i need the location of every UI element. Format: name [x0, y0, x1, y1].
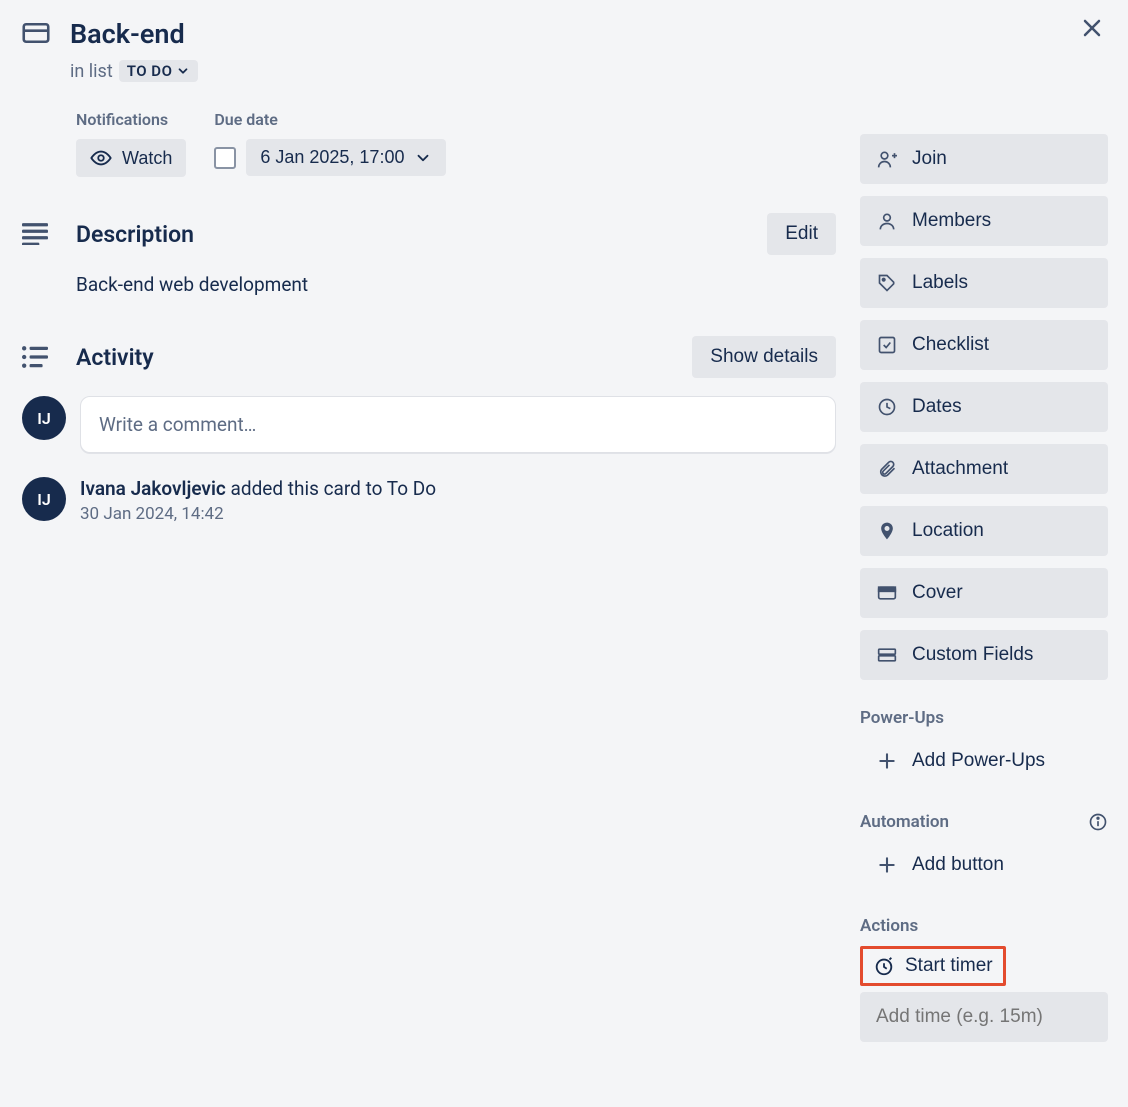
checklist-button[interactable]: Checklist — [860, 320, 1108, 370]
show-details-button[interactable]: Show details — [692, 336, 836, 378]
automation-heading: Automation — [860, 812, 1108, 832]
plus-icon — [877, 855, 897, 875]
description-icon — [22, 223, 76, 245]
plus-icon — [877, 751, 897, 771]
cover-icon — [877, 583, 897, 603]
location-icon — [877, 521, 897, 541]
dates-label: Dates — [912, 396, 962, 418]
paperclip-icon — [877, 459, 897, 479]
edit-description-button[interactable]: Edit — [767, 213, 836, 255]
location-button[interactable]: Location — [860, 506, 1108, 556]
in-list-label: in list — [70, 61, 113, 82]
attachment-label: Attachment — [912, 458, 1008, 480]
join-button[interactable]: Join — [860, 134, 1108, 184]
avatar: IJ — [22, 477, 66, 521]
start-timer-button[interactable]: Start timer — [867, 951, 999, 981]
custom-fields-button[interactable]: Custom Fields — [860, 630, 1108, 680]
join-label: Join — [912, 148, 947, 170]
user-icon — [877, 211, 897, 231]
due-date-text: 6 Jan 2025, 17:00 — [260, 147, 404, 168]
watch-button[interactable]: Watch — [76, 139, 186, 177]
watch-label-text: Watch — [122, 148, 172, 169]
list-badge[interactable]: TO DO — [119, 60, 199, 82]
description-text[interactable]: Back-end web development — [76, 273, 836, 296]
notifications-label: Notifications — [76, 110, 186, 129]
location-label: Location — [912, 520, 984, 542]
add-powerups-button[interactable]: Add Power-Ups — [860, 738, 1108, 784]
due-date-label: Due date — [214, 110, 446, 129]
attachment-button[interactable]: Attachment — [860, 444, 1108, 494]
comment-input[interactable]: Write a comment… — [80, 396, 836, 453]
fields-icon — [877, 645, 897, 665]
clock-icon — [877, 397, 897, 417]
tag-icon — [877, 273, 897, 293]
card-icon — [22, 18, 50, 44]
members-label: Members — [912, 210, 991, 232]
info-icon[interactable] — [1088, 812, 1108, 832]
custom-fields-label: Custom Fields — [912, 644, 1033, 666]
activity-item: IJ Ivana Jakovljevic added this card to … — [22, 477, 836, 524]
activity-action: added this card to To Do — [231, 477, 437, 500]
chevron-down-icon — [414, 149, 432, 167]
add-button-label: Add button — [912, 854, 1004, 876]
due-date-button[interactable]: 6 Jan 2025, 17:00 — [246, 139, 446, 176]
due-date-checkbox[interactable] — [214, 147, 236, 169]
activity-date[interactable]: 30 Jan 2024, 14:42 — [80, 504, 836, 524]
activity-author[interactable]: Ivana Jakovljevic — [80, 477, 226, 500]
labels-button[interactable]: Labels — [860, 258, 1108, 308]
members-button[interactable]: Members — [860, 196, 1108, 246]
add-button-button[interactable]: Add button — [860, 842, 1108, 888]
start-timer-highlight: Start timer — [860, 946, 1006, 986]
add-powerups-label: Add Power-Ups — [912, 750, 1045, 772]
chevron-down-icon — [176, 64, 190, 78]
actions-heading: Actions — [860, 916, 1108, 936]
timer-icon — [873, 955, 895, 977]
activity-heading: Activity — [76, 344, 692, 371]
close-button[interactable] — [1072, 8, 1112, 48]
avatar: IJ — [22, 396, 66, 440]
card-title[interactable]: Back-end — [70, 18, 836, 50]
close-icon — [1080, 16, 1104, 40]
list-name-text: TO DO — [127, 62, 173, 80]
dates-button[interactable]: Dates — [860, 382, 1108, 432]
user-plus-icon — [877, 149, 897, 169]
cover-label: Cover — [912, 582, 963, 604]
checklist-icon — [877, 335, 897, 355]
cover-button[interactable]: Cover — [860, 568, 1108, 618]
description-heading: Description — [76, 221, 767, 248]
add-time-input[interactable] — [860, 992, 1108, 1042]
powerups-heading: Power-Ups — [860, 708, 1108, 728]
start-timer-label: Start timer — [905, 955, 993, 977]
activity-icon — [22, 346, 76, 368]
eye-icon — [90, 147, 112, 169]
checklist-label: Checklist — [912, 334, 989, 356]
labels-label: Labels — [912, 272, 968, 294]
